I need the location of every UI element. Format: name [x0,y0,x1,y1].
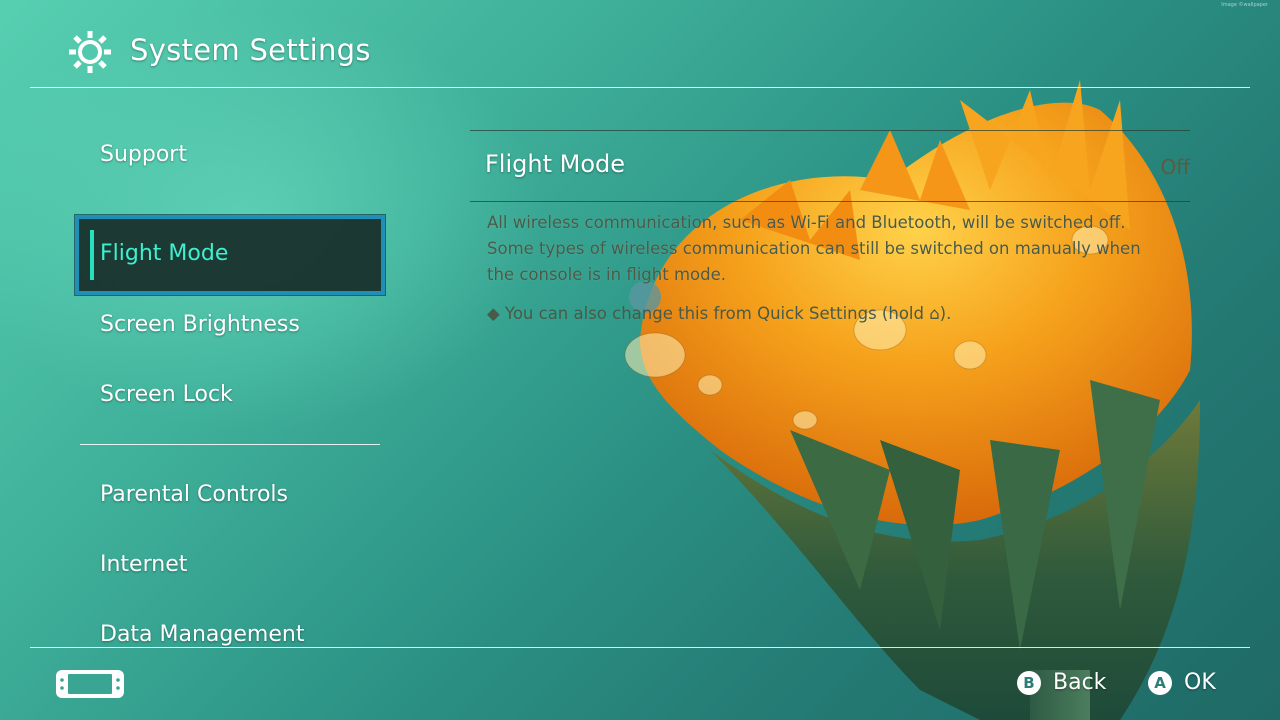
sidebar-item-label: Flight Mode [100,241,229,266]
detail-top-divider [470,130,1190,131]
quick-settings-hint: ◆ You can also change this from Quick Se… [487,304,952,323]
sidebar-divider [80,444,380,445]
gear-icon [69,31,111,73]
ok-button[interactable]: A OK [1148,670,1216,695]
description-line: Some types of wireless communication can… [487,239,1141,258]
flight-mode-value[interactable]: Off [1160,155,1190,179]
footer-divider [30,647,1250,648]
a-button-icon: A [1148,670,1172,695]
sidebar-item-support[interactable]: Support [100,142,187,167]
sidebar-item-flight-mode[interactable]: Flight Mode [75,215,385,295]
console-icon [56,670,124,698]
header-divider [30,87,1250,88]
watermark: Image ©wallpaper [1221,2,1268,8]
back-label: Back [1053,670,1107,695]
sidebar-item-screen-lock[interactable]: Screen Lock [100,382,233,407]
flight-mode-setting-title[interactable]: Flight Mode [485,150,625,178]
b-button-icon: B [1017,670,1041,695]
selection-marker [90,230,94,280]
ok-label: OK [1184,670,1216,695]
sidebar-item-internet[interactable]: Internet [100,552,187,577]
flight-mode-description: All wireless communication, such as Wi-F… [487,210,1187,288]
detail-bottom-divider [470,201,1190,202]
page-title: System Settings [130,33,371,67]
back-button[interactable]: B Back [1017,670,1106,695]
sidebar-item-parental-controls[interactable]: Parental Controls [100,482,288,507]
sidebar-item-data-management[interactable]: Data Management [100,622,304,647]
description-line: All wireless communication, such as Wi-F… [487,213,1126,232]
sidebar-item-screen-brightness[interactable]: Screen Brightness [100,312,300,337]
description-line: the console is in flight mode. [487,265,726,284]
